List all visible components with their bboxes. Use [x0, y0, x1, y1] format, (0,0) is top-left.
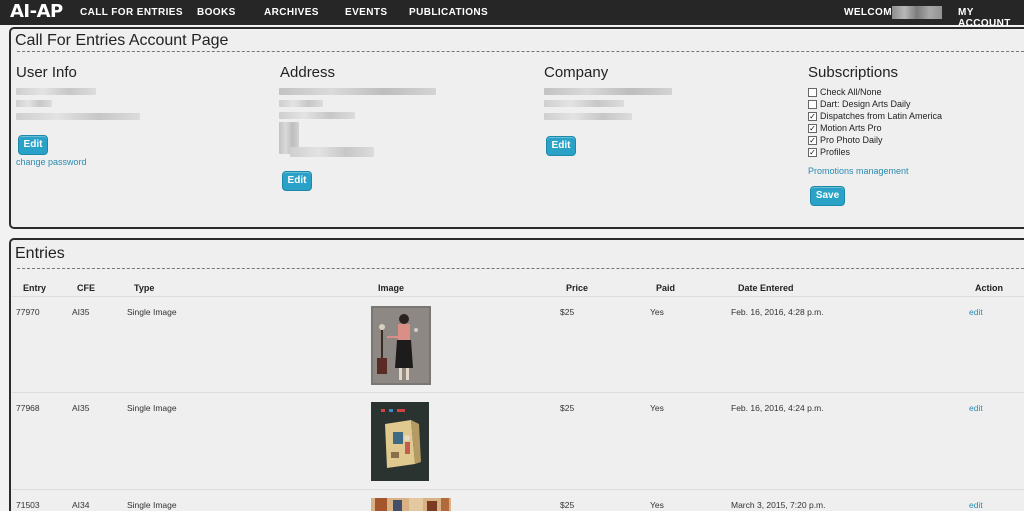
company-edit-button[interactable]: Edit	[546, 136, 576, 156]
change-password-link[interactable]: change password	[16, 157, 87, 167]
nav-publications[interactable]: PUBLICATIONS	[409, 7, 488, 18]
redacted-user-field	[16, 100, 52, 107]
entries-panel: Entries	[9, 238, 1024, 511]
column-header-image: Image	[378, 283, 405, 293]
row-divider	[12, 489, 1024, 490]
entry-date: March 3, 2015, 7:20 p.m.	[731, 500, 826, 510]
row-divider	[12, 392, 1024, 393]
check-all-checkbox[interactable]	[808, 87, 817, 97]
redacted-user-name	[16, 88, 96, 95]
subscription-dart[interactable]: Dart: Design Arts Daily	[808, 98, 911, 110]
entry-date: Feb. 16, 2016, 4:24 p.m.	[731, 403, 824, 413]
subscription-label: Dispatches from Latin America	[820, 111, 943, 121]
entries-title: Entries	[15, 245, 65, 262]
entry-id: 71503	[16, 500, 40, 510]
entry-price: $25	[560, 500, 575, 510]
user-info-edit-button[interactable]: Edit	[18, 135, 48, 155]
subscription-motion-arts[interactable]: ✓ Motion Arts Pro	[808, 122, 882, 134]
company-heading: Company	[544, 64, 609, 81]
welcome-text: WELCOME	[844, 7, 900, 18]
entry-cfe: AI35	[72, 307, 90, 317]
subscription-label: Pro Photo Daily	[820, 135, 883, 145]
subscription-label: Profiles	[820, 147, 851, 157]
entry-thumbnail[interactable]	[371, 498, 451, 511]
subscriptions-heading: Subscriptions	[808, 64, 899, 81]
entry-cfe: AI35	[72, 403, 90, 413]
column-header-entry: Entry	[23, 283, 47, 293]
redacted-user-email	[16, 113, 140, 120]
entry-edit-link[interactable]: edit	[969, 307, 983, 317]
page-title: Call For Entries Account Page	[15, 32, 229, 49]
column-header-cfe: CFE	[77, 283, 95, 293]
redacted-company-line	[544, 88, 672, 95]
subscription-pro-photo[interactable]: ✓ Pro Photo Daily	[808, 134, 883, 146]
title-divider	[17, 51, 1024, 52]
entry-edit-link[interactable]: edit	[969, 403, 983, 413]
entry-thumbnail[interactable]	[371, 306, 431, 385]
entry-thumbnail[interactable]	[371, 402, 429, 481]
entry-price: $25	[560, 403, 575, 413]
subscription-label: Dart: Design Arts Daily	[820, 99, 911, 109]
column-header-date-entered: Date Entered	[738, 283, 794, 293]
redacted-address-line	[279, 88, 436, 95]
entry-price: $25	[560, 307, 575, 317]
user-info-heading: User Info	[16, 64, 77, 81]
column-header-price: Price	[566, 283, 589, 293]
subscriptions-save-button[interactable]: Save	[810, 186, 845, 206]
redacted-address-line	[279, 100, 323, 107]
column-header-paid: Paid	[656, 283, 676, 293]
column-header-type: Type	[134, 283, 155, 293]
redacted-address-line	[290, 147, 374, 157]
redacted-address-line	[279, 112, 355, 119]
nav-call-for-entries[interactable]: CALL FOR ENTRIES	[80, 7, 183, 18]
dispatches-checkbox[interactable]: ✓	[808, 111, 817, 121]
address-heading: Address	[280, 64, 336, 81]
nav-my-account[interactable]: MY ACCOUNT	[958, 7, 1024, 29]
site-logo[interactable]: AI-AP	[10, 1, 63, 22]
entry-paid: Yes	[650, 500, 664, 510]
motion-arts-checkbox[interactable]: ✓	[808, 123, 817, 133]
subscription-dispatches[interactable]: ✓ Dispatches from Latin America	[808, 110, 942, 122]
subscription-label: Check All/None	[820, 87, 882, 97]
nav-books[interactable]: BOOKS	[197, 7, 236, 18]
dart-checkbox[interactable]	[808, 99, 817, 109]
promotions-management-link[interactable]: Promotions management	[808, 166, 909, 176]
entry-type: Single Image	[127, 403, 177, 413]
entry-cfe: AI34	[72, 500, 90, 510]
nav-events[interactable]: EVENTS	[345, 7, 387, 18]
entry-type: Single Image	[127, 307, 177, 317]
subscription-check-all[interactable]: Check All/None	[808, 86, 882, 98]
entry-date: Feb. 16, 2016, 4:28 p.m.	[731, 307, 824, 317]
redacted-username	[892, 6, 942, 19]
entry-type: Single Image	[127, 500, 177, 510]
redacted-company-line	[544, 113, 632, 120]
entry-id: 77968	[16, 403, 40, 413]
entry-id: 77970	[16, 307, 40, 317]
column-header-action: Action	[975, 283, 1003, 293]
header-row-divider	[12, 296, 1024, 297]
entry-edit-link[interactable]: edit	[969, 500, 983, 510]
subscription-profiles[interactable]: ✓ Profiles	[808, 146, 850, 158]
subscription-label: Motion Arts Pro	[820, 123, 882, 133]
redacted-company-line	[544, 100, 624, 107]
top-navigation-bar: AI-AP CALL FOR ENTRIES BOOKS ARCHIVES EV…	[0, 0, 1024, 29]
address-edit-button[interactable]: Edit	[282, 171, 312, 191]
profiles-checkbox[interactable]: ✓	[808, 147, 817, 157]
entry-paid: Yes	[650, 307, 664, 317]
entries-divider	[17, 268, 1024, 269]
pro-photo-checkbox[interactable]: ✓	[808, 135, 817, 145]
nav-archives[interactable]: ARCHIVES	[264, 7, 319, 18]
entry-paid: Yes	[650, 403, 664, 413]
